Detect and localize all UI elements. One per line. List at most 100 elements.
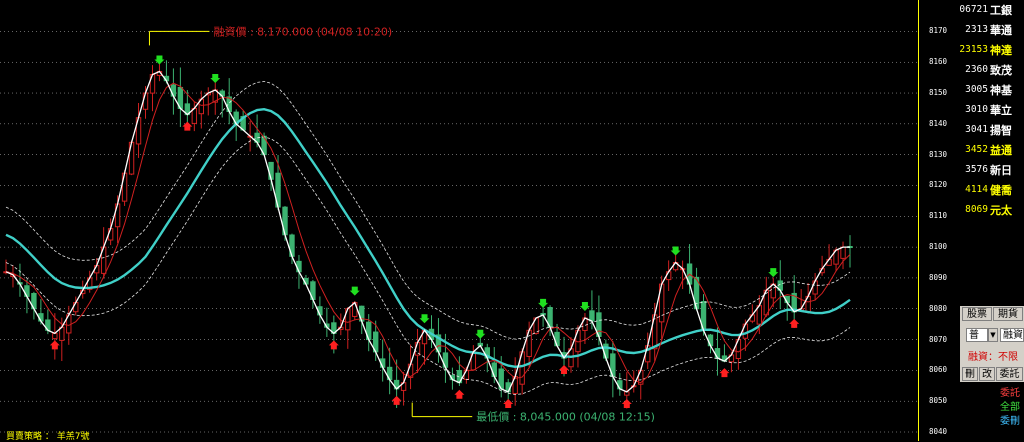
watchlist-name: 神基	[990, 84, 1012, 97]
buy-signal-icon	[559, 365, 570, 375]
buy-signal-icon	[454, 389, 465, 399]
y-tick-label: 8170	[929, 26, 948, 36]
watchlist-item[interactable]: 23153 神達	[960, 40, 1024, 60]
low-annotation: 最低價 : 8,045.000 (04/08 12:15)	[476, 410, 655, 424]
price-chart[interactable]: 融資價 : 8,170.000 (04/08 10:20) 最低價 : 8,045…	[0, 0, 918, 441]
fast-ma-line	[5, 82, 851, 384]
y-tick-label: 8110	[929, 211, 948, 221]
sell-signal-icon	[538, 298, 549, 308]
order-panel: 普 ▼ 融資 融資：不限	[960, 322, 1024, 366]
watchlist-name: 元太	[990, 204, 1012, 217]
watchlist-code: 23153	[960, 44, 988, 55]
watchlist-code: 3041	[965, 124, 988, 135]
watchlist-code: 4114	[965, 184, 988, 195]
price-line	[5, 70, 850, 393]
y-axis: 8040 8050 8060 8070 8080 8090 8100 8110 8120 8130…	[918, 0, 960, 441]
watchlist-name: 益通	[990, 144, 1012, 157]
y-tick-label: 8060	[929, 365, 948, 375]
candle-body	[52, 332, 58, 340]
candle-body	[714, 348, 721, 359]
watchlist-name: 新日	[990, 164, 1012, 177]
watchlist-item[interactable]: 3452 益通	[960, 140, 1024, 160]
buy-signal-icon	[328, 340, 339, 350]
order-list-item[interactable]: 全部	[1000, 398, 1020, 413]
watchlist-name: 致茂	[990, 64, 1012, 77]
y-tick-label: 8050	[929, 396, 948, 406]
sell-signal-icon	[475, 329, 486, 339]
buy-signal-icon	[789, 318, 800, 328]
buy-signal-icon	[621, 398, 632, 408]
y-tick-label: 8100	[929, 242, 948, 252]
buy-signal-icon	[719, 368, 730, 378]
y-tick-label: 8140	[929, 118, 948, 128]
watchlist-name: 揚智	[990, 124, 1012, 137]
sell-signal-icon	[579, 301, 590, 311]
watchlist-item[interactable]: 2360 致茂	[960, 60, 1024, 80]
watchlist-code: 8069	[965, 204, 988, 215]
y-tick-label: 8090	[929, 272, 948, 282]
delete-button[interactable]: 刪	[962, 367, 978, 381]
candle-body	[170, 84, 177, 97]
sell-signal-icon	[768, 268, 779, 278]
order-list-item[interactable]: 委刪	[1000, 412, 1020, 427]
sell-signal-icon	[210, 73, 221, 83]
y-tick-label: 8150	[929, 88, 948, 98]
y-tick-label: 8160	[929, 57, 948, 67]
watchlist-item[interactable]: 8069 元太	[960, 200, 1024, 220]
order-book-button[interactable]: 委託	[996, 367, 1023, 381]
watchlist-name: 健喬	[990, 184, 1012, 197]
watchlist-code: 3005	[965, 84, 988, 95]
margin-status: 融資：不限	[968, 352, 1018, 363]
order-type-select[interactable]: 普	[966, 328, 988, 342]
watchlist-item[interactable]: 06721 工銀	[960, 0, 1024, 20]
watchlist-name: 華立	[990, 104, 1012, 117]
watchlist-item[interactable]: 3576 新日	[960, 160, 1024, 180]
candle-body	[491, 362, 497, 378]
watchlist-item[interactable]: 3010 華立	[960, 100, 1024, 120]
buy-signal-icon	[182, 121, 193, 131]
watchlist-code: 06721	[960, 4, 988, 15]
modify-button[interactable]: 改	[979, 367, 995, 381]
y-tick-label: 8040	[929, 427, 948, 436]
order-list-item[interactable]: 委託	[1000, 384, 1020, 399]
candle-body	[191, 107, 198, 124]
watchlist-code: 3576	[965, 164, 988, 175]
watchlist-name: 工銀	[990, 4, 1012, 17]
buy-signal-icon	[391, 395, 402, 405]
tab-stock[interactable]: 股票	[962, 307, 992, 321]
sell-signal-icon	[670, 246, 681, 256]
watchlist-name: 神達	[990, 44, 1012, 57]
sell-signal-icon	[154, 55, 165, 65]
buy-signal-icon	[49, 340, 60, 350]
order-ops: 刪 改 委託	[960, 366, 1024, 382]
watchlist-code: 3452	[965, 144, 988, 155]
watchlist-name: 華通	[990, 24, 1012, 37]
watchlist-item[interactable]: 2313 華通	[960, 20, 1024, 40]
watchlist-item[interactable]: 4114 健喬	[960, 180, 1024, 200]
sell-signal-icon	[419, 314, 430, 324]
y-tick-label: 8130	[929, 149, 948, 159]
watchlist-code: 2360	[965, 64, 988, 75]
candle-body	[840, 246, 846, 259]
candle-body	[554, 331, 560, 347]
candle-body	[707, 334, 714, 347]
watchlist-item[interactable]: 3005 神基	[960, 80, 1024, 100]
watchlist-item[interactable]: 3041 揚智	[960, 120, 1024, 140]
high-annotation: 融資價 : 8,170.000 (04/08 10:20)	[213, 24, 392, 38]
candle-body	[142, 92, 149, 110]
watchlist-code: 3010	[965, 104, 988, 115]
sell-signal-icon	[349, 286, 360, 296]
tab-futures[interactable]: 期貨	[993, 307, 1023, 321]
side-panel: 06721 工銀 2313 華通 23153 神達 2360 致茂 3005 神基 3010 華立 30…	[960, 0, 1024, 441]
y-tick-label: 8120	[929, 180, 948, 190]
order-list: 委託 全部 委刪	[960, 382, 1024, 441]
chevron-down-icon[interactable]: ▼	[988, 328, 998, 342]
y-tick-label: 8070	[929, 334, 948, 344]
credit-select[interactable]: 融資	[1000, 328, 1024, 342]
buy-signal-icon	[503, 398, 514, 408]
watchlist-code: 2313	[965, 24, 988, 35]
strategy-label: 買賣策略 ： 羊羔7號	[6, 432, 90, 442]
chart-svg[interactable]: 融資價 : 8,170.000 (04/08 10:20) 最低價 : 8,045…	[0, 0, 918, 441]
market-tabs: 股票 期貨	[960, 306, 1024, 322]
candle-body	[589, 310, 595, 322]
